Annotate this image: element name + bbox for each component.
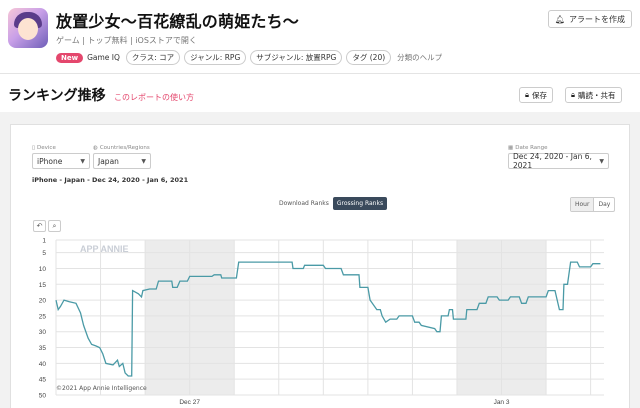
y-tick-label: 30	[39, 329, 47, 336]
y-tick-label: 15	[39, 282, 47, 289]
y-tick-label: 50	[39, 393, 47, 400]
copyright: ©2021 App Annie Intelligence	[56, 385, 147, 392]
watermark: APP ANNIE	[80, 244, 129, 254]
x-tick-label: Jan 3	[494, 399, 510, 406]
y-tick-label: 40	[39, 361, 47, 368]
y-tick-label: 20	[39, 298, 47, 305]
y-tick-label: 45	[39, 377, 47, 384]
y-tick-label: 10	[39, 266, 47, 273]
rank-chart: 15101520253035404550 Dec 27 Jan 3 APP ANN…	[39, 238, 604, 406]
y-tick-label: 35	[39, 345, 47, 352]
x-tick-label: Dec 27	[179, 399, 200, 406]
y-tick-label: 25	[39, 313, 47, 320]
weekend-bands	[145, 240, 547, 395]
x-axis-ticks: Dec 27 Jan 3	[179, 399, 510, 406]
y-tick-label: 5	[42, 250, 46, 257]
y-axis-ticks: 15101520253035404550	[39, 238, 47, 400]
y-tick-label: 1	[42, 238, 46, 245]
